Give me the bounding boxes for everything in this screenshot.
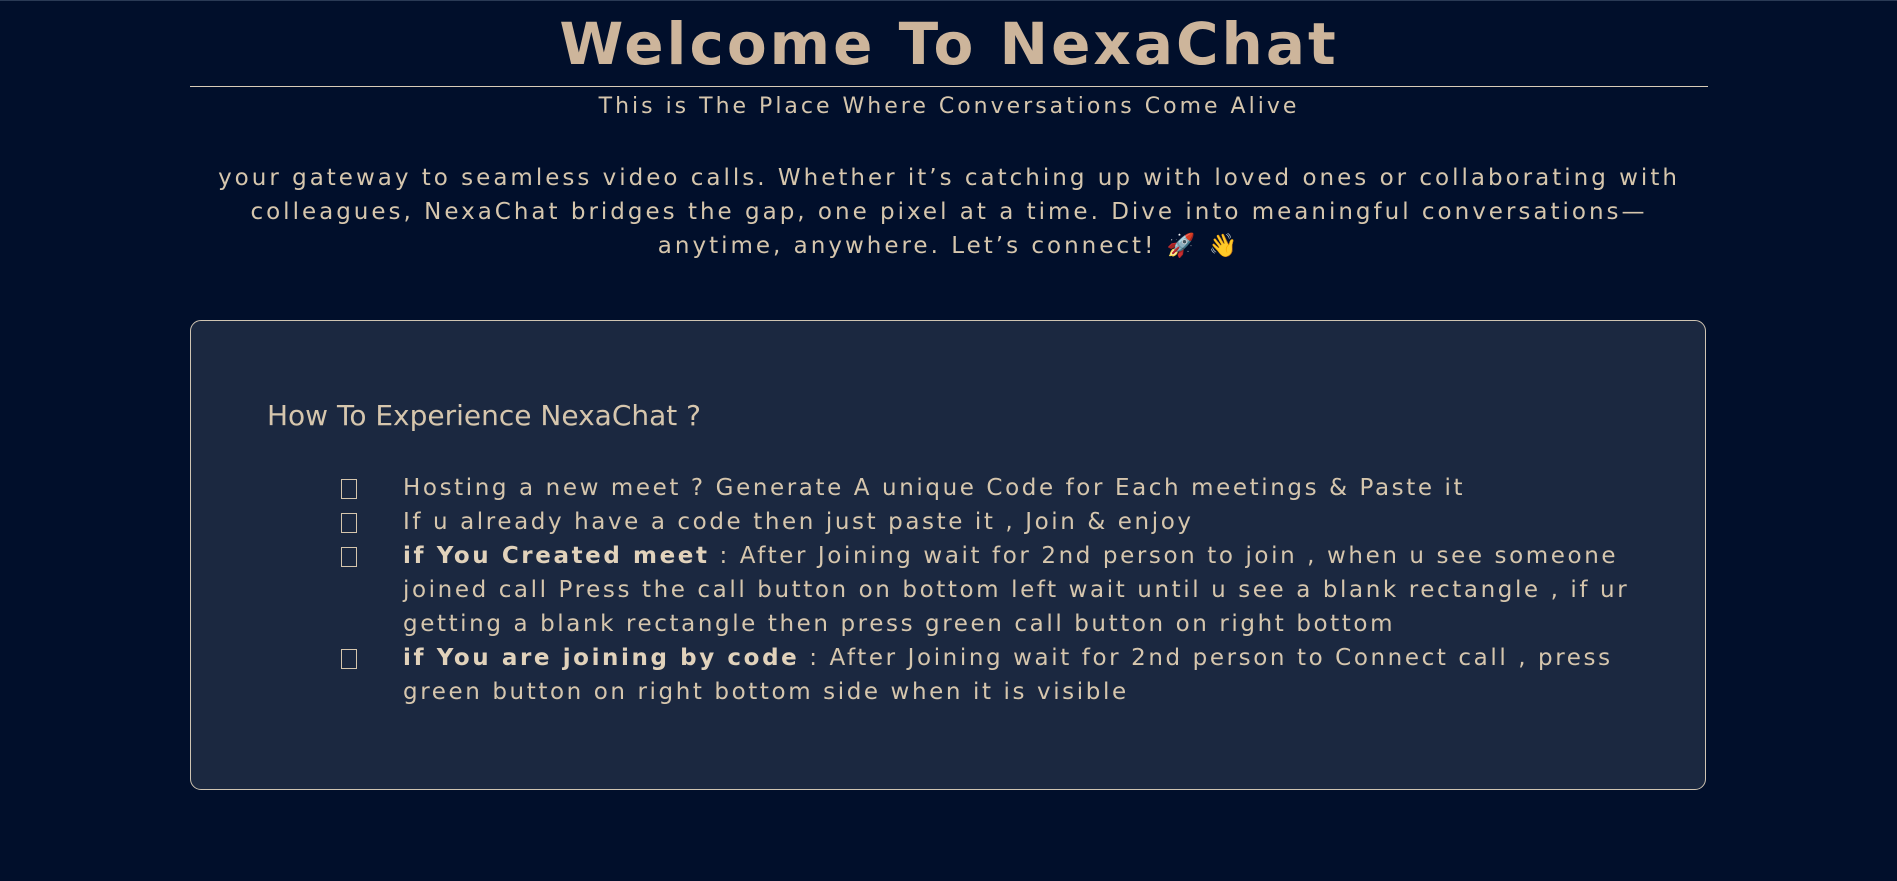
- page-title: Welcome To NexaChat: [559, 10, 1339, 78]
- checkbox-icon: [341, 547, 357, 567]
- checkbox-icon: [341, 479, 357, 499]
- intro-paragraph: your gateway to seamless video calls. Wh…: [218, 165, 1680, 259]
- instructions-list: Hosting a new meet ? Generate A unique C…: [191, 471, 1705, 709]
- step-bold-label: if You Created meet: [403, 543, 710, 569]
- checkbox-icon: [341, 513, 357, 533]
- list-item: if You are joining by code : After Joini…: [191, 641, 1705, 709]
- instructions-heading: How To Experience NexaChat ?: [267, 399, 702, 432]
- checkbox-icon: [341, 649, 357, 669]
- step-text: Hosting a new meet ? Generate A unique C…: [403, 475, 1466, 501]
- step-bold-label: if You are joining by code: [403, 645, 800, 671]
- title-divider: [190, 86, 1708, 87]
- instructions-card: How To Experience NexaChat ? Hosting a n…: [190, 320, 1706, 790]
- list-item: Hosting a new meet ? Generate A unique C…: [191, 471, 1705, 505]
- list-item: If u already have a code then just paste…: [191, 505, 1705, 539]
- list-item: if You Created meet : After Joining wait…: [191, 539, 1705, 641]
- page-subtitle: This is The Place Where Conversations Co…: [598, 94, 1300, 119]
- hero-section: Welcome To NexaChat This is The Place Wh…: [190, 0, 1708, 263]
- step-text: If u already have a code then just paste…: [403, 509, 1194, 535]
